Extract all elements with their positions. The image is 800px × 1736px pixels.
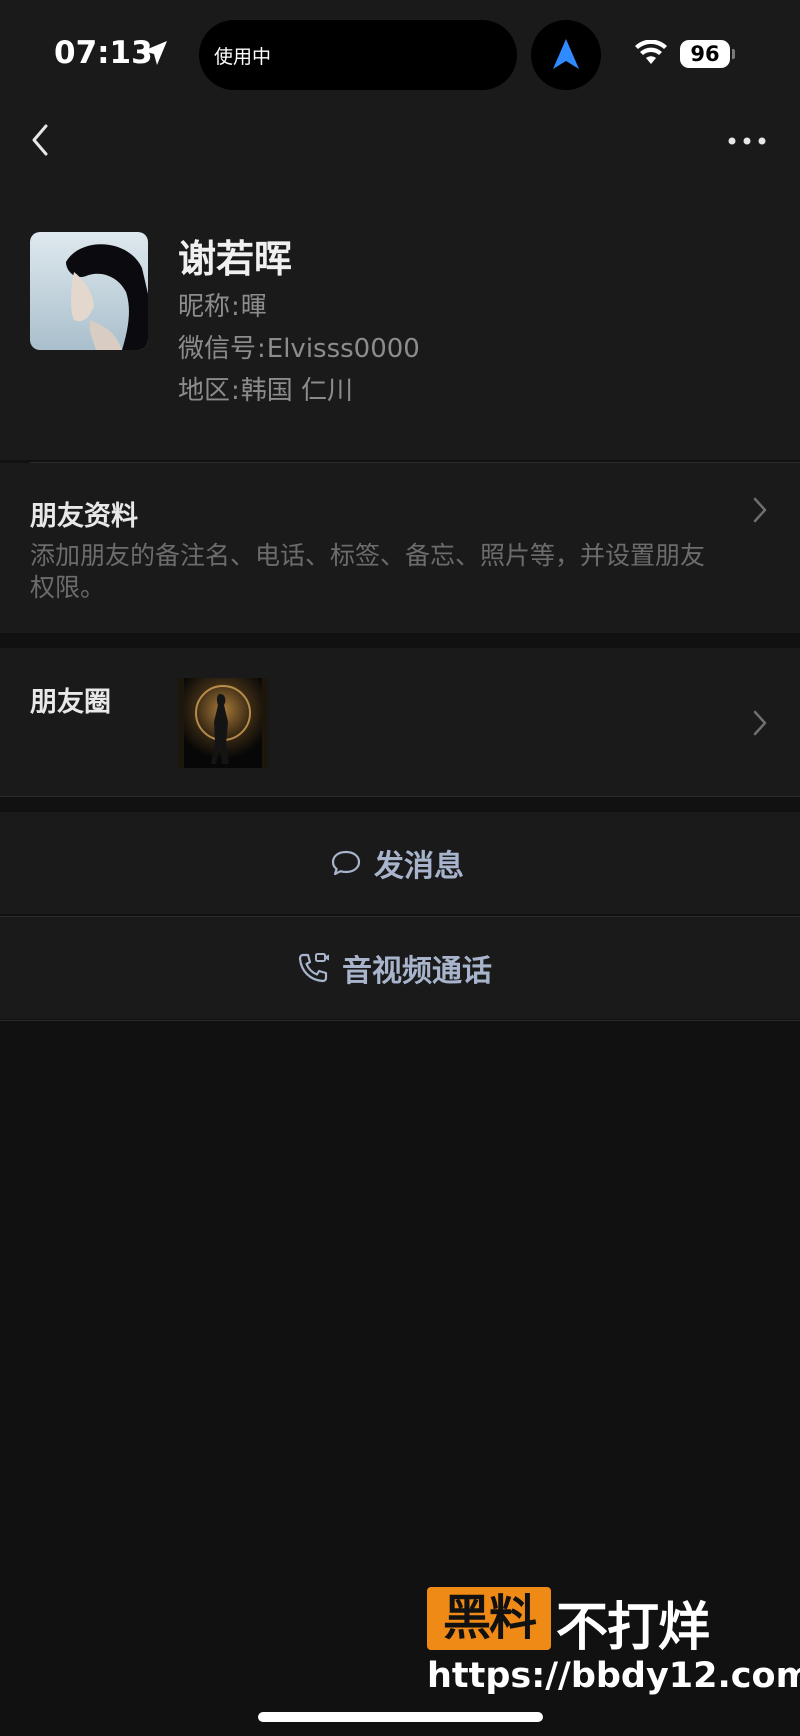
navigation-indicator[interactable] (531, 20, 601, 90)
wechat-id-line[interactable]: 微信号:Elvisss0000 (178, 328, 420, 365)
battery-tip (732, 49, 735, 59)
location-arrow-icon (143, 41, 167, 65)
chat-bubble-icon (331, 850, 361, 876)
phone-video-icon (298, 953, 329, 983)
status-time: 07:13 (54, 35, 153, 71)
contact-name: 谢若晖 (178, 237, 293, 281)
section-gap (0, 633, 800, 648)
moments-title: 朋友圈 (30, 687, 111, 718)
friend-info-description: 添加朋友的备注名、电话、标签、备忘、照片等，并设置朋友权限。 (30, 541, 706, 602)
video-call-button[interactable]: 音视频通话 (0, 917, 800, 1019)
section-gap (0, 797, 800, 811)
send-message-label: 发消息 (374, 849, 464, 884)
chevron-right-icon (753, 710, 767, 736)
avatar-image (30, 232, 148, 350)
moments-thumbnail[interactable] (178, 678, 268, 768)
nickname-value: 暉 (240, 292, 267, 322)
divider (0, 1020, 800, 1021)
region-line: 地区:韩国 仁川 (178, 376, 354, 406)
chevron-right-icon (753, 497, 767, 523)
region-value: 韩国 仁川 (240, 376, 354, 406)
wechat-id-value: Elvisss0000 (266, 334, 420, 364)
video-call-label: 音视频通话 (342, 954, 492, 989)
home-indicator[interactable] (258, 1712, 543, 1722)
battery-indicator: 96 (680, 40, 730, 68)
moments-row[interactable] (0, 648, 800, 796)
nickname-line: 昵称:暉 (178, 292, 267, 322)
watermark-url: https://bbdy12.com (427, 1656, 800, 1696)
friend-info-title: 朋友资料 (30, 501, 138, 532)
wechat-id-label: 微信号 (178, 334, 257, 364)
watermark-badge-text: 黑料 (442, 1590, 537, 1646)
wifi-icon (635, 40, 667, 64)
more-options-button[interactable] (725, 126, 769, 156)
island-status-text: 使用中 (214, 46, 272, 68)
contact-profile-screen: 07:13 使用中 96 谢若晖 昵称:暉 微信号:Elvisss0000 地区… (0, 0, 800, 1736)
watermark-text: 不打烊 (556, 1598, 710, 1658)
moments-photo (178, 678, 268, 768)
nickname-label: 昵称 (178, 292, 231, 322)
send-message-button[interactable]: 发消息 (0, 812, 800, 914)
navigation-arrow-icon (553, 39, 579, 69)
back-button[interactable] (26, 120, 56, 160)
region-label: 地区 (178, 376, 231, 406)
watermark-badge: 黑料 (427, 1587, 551, 1650)
avatar[interactable] (30, 232, 148, 350)
